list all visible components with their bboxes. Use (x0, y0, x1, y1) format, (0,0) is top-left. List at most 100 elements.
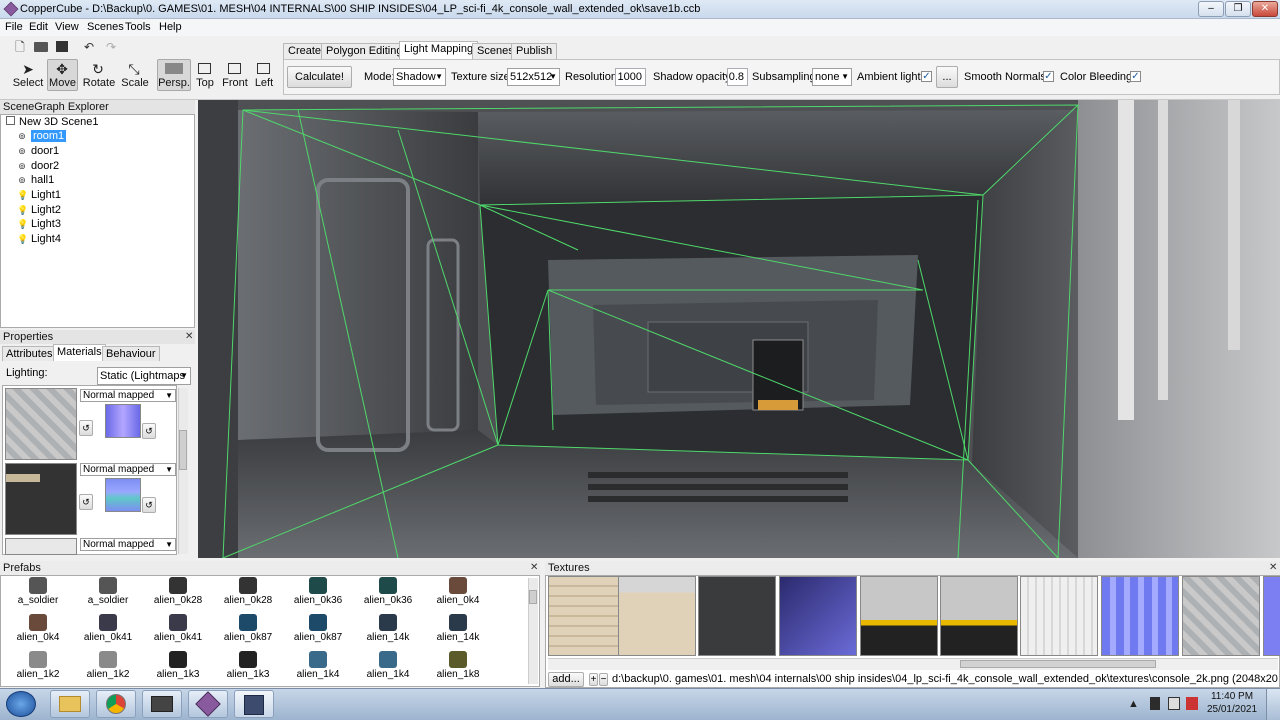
prefab-item[interactable]: alien_1k2 (75, 651, 141, 680)
tab-polygon-editing[interactable]: Polygon Editing (321, 43, 408, 59)
select-tool-label[interactable]: Select (10, 77, 46, 89)
prefab-item[interactable]: a_soldier (5, 577, 71, 606)
tree-item-light2[interactable]: 💡 Light2 (17, 204, 61, 216)
menu-view[interactable]: View (55, 21, 79, 33)
resolution-input[interactable]: 1000 (615, 68, 646, 86)
move-tool-label[interactable]: Move (47, 77, 78, 89)
menu-scenes[interactable]: Scenes (87, 21, 124, 33)
network-icon[interactable] (1168, 697, 1180, 710)
scale-tool-icon[interactable]: ⤡ (125, 61, 143, 77)
save-icon[interactable] (56, 41, 68, 52)
tab-create[interactable]: Create (283, 43, 327, 59)
ambient-light-checkbox[interactable]: ✓ (921, 71, 932, 82)
texture-thumbnail[interactable] (1101, 576, 1179, 656)
texture-thumbnail[interactable] (698, 576, 776, 656)
calculate-button[interactable]: Calculate! (287, 66, 352, 88)
material-texture-thumbnail[interactable] (5, 388, 77, 460)
move-tool-icon[interactable]: ✥ (53, 61, 71, 77)
tab-behaviour[interactable]: Behaviour (102, 346, 160, 361)
taskbar-chrome[interactable] (96, 690, 136, 718)
windows-start-icon[interactable] (6, 691, 36, 717)
material-type-select[interactable]: Normal mapped ▼ (80, 538, 176, 551)
texture-remove-icon[interactable]: − (599, 673, 608, 686)
prefabs-scrollbar-thumb[interactable] (529, 590, 537, 604)
smooth-normals-checkbox[interactable]: ✓ (1043, 71, 1054, 82)
tree-item-door1[interactable]: ⊚ door1 (17, 145, 59, 157)
tree-item-hall1[interactable]: ⊚ hall1 (17, 174, 54, 186)
material-scrollbar[interactable] (178, 388, 188, 554)
tab-publish[interactable]: Publish (511, 43, 558, 59)
prefab-item[interactable]: alien_1k4 (285, 651, 351, 680)
tray-arrow-icon[interactable]: ▲ (1128, 698, 1139, 710)
top-view-icon[interactable] (198, 63, 211, 74)
mode-select[interactable]: Shadow ▼ (393, 68, 446, 86)
close-icon[interactable]: ✕ (530, 562, 538, 573)
textures-hscrollbar[interactable] (548, 658, 1278, 670)
show-desktop-button[interactable] (1266, 689, 1280, 720)
tree-item-light3[interactable]: 💡 Light3 (17, 218, 61, 230)
close-icon[interactable]: ✕ (185, 331, 193, 342)
minimize-button[interactable]: – (1198, 1, 1224, 17)
prefab-item[interactable]: alien_0k36 (355, 577, 421, 606)
prefab-item[interactable]: alien_0k36 (285, 577, 351, 606)
close-window-button[interactable]: ✕ (1252, 1, 1278, 17)
texture-thumbnail[interactable] (1263, 576, 1280, 656)
subsampling-select[interactable]: none ▼ (812, 68, 852, 86)
change-texture-icon[interactable]: ↺ (79, 494, 93, 510)
flag-icon[interactable] (1186, 697, 1198, 710)
prefab-item[interactable]: alien_0k41 (145, 614, 211, 643)
prefab-item[interactable]: alien_0k28 (215, 577, 281, 606)
prefab-item[interactable]: alien_1k8 (425, 651, 491, 680)
normal-map-thumbnail[interactable] (105, 404, 141, 438)
prefab-item[interactable]: alien_1k2 (5, 651, 71, 680)
prefab-item[interactable]: alien_1k4 (355, 651, 421, 680)
taskbar-explorer[interactable] (50, 690, 90, 718)
new-file-icon[interactable]: 🗋 (13, 40, 27, 54)
front-view-label[interactable]: Front (221, 77, 249, 89)
scale-tool-label[interactable]: Scale (118, 77, 152, 89)
left-view-icon[interactable] (257, 63, 270, 74)
taskbar-app[interactable] (142, 690, 182, 718)
prefab-item[interactable]: alien_14k (425, 614, 491, 643)
redo-icon[interactable]: ↷ (104, 40, 118, 54)
material-type-select[interactable]: Normal mapped ▼ (80, 389, 176, 402)
prefab-item[interactable]: alien_0k87 (285, 614, 351, 643)
menu-edit[interactable]: Edit (29, 21, 48, 33)
rotate-tool-icon[interactable]: ↻ (89, 61, 107, 77)
tree-item-room1[interactable]: ⊚ room1 (17, 130, 67, 142)
prefab-item[interactable]: a_soldier (75, 577, 141, 606)
texture-thumbnail[interactable] (618, 576, 696, 656)
perspective-icon[interactable] (165, 63, 183, 74)
tab-attributes[interactable]: Attributes (2, 346, 57, 361)
tree-item-light4[interactable]: 💡 Light4 (17, 233, 61, 245)
material-texture-thumbnail[interactable] (5, 538, 77, 555)
rotate-tool-label[interactable]: Rotate (82, 77, 116, 89)
clock-time[interactable]: 11:40 PM (1206, 691, 1258, 702)
taskbar-active-app[interactable] (234, 690, 274, 718)
normal-map-thumbnail[interactable] (105, 478, 141, 512)
prefab-item[interactable]: alien_0k41 (75, 614, 141, 643)
prefab-item[interactable]: alien_1k3 (215, 651, 281, 680)
menu-help[interactable]: Help (159, 21, 182, 33)
lighting-select[interactable]: Static (Lightmaps ▼ (97, 367, 191, 385)
clock-date[interactable]: 25/01/2021 (1206, 704, 1258, 715)
tree-root[interactable]: New 3D Scene1 (6, 116, 99, 128)
shadow-opacity-input[interactable]: 0.8 (727, 68, 748, 86)
tab-light-mapping[interactable]: Light Mapping (399, 41, 479, 59)
select-tool-icon[interactable]: ➤ (19, 61, 37, 77)
3d-viewport[interactable] (198, 100, 1280, 558)
tab-materials[interactable]: Materials (53, 344, 106, 361)
tree-item-door2[interactable]: ⊚ door2 (17, 160, 59, 172)
texture-thumbnail[interactable] (1182, 576, 1260, 656)
color-bleeding-checkbox[interactable]: ✓ (1130, 71, 1141, 82)
material-type-select[interactable]: Normal mapped ▼ (80, 463, 176, 476)
tree-item-light1[interactable]: 💡 Light1 (17, 189, 61, 201)
prefab-item[interactable]: alien_14k (355, 614, 421, 643)
texture-thumbnail[interactable] (548, 576, 626, 656)
maximize-button[interactable]: ❐ (1225, 1, 1251, 17)
texture-thumbnail[interactable] (779, 576, 857, 656)
prefab-item[interactable]: alien_0k4 (425, 577, 491, 606)
change-normalmap-icon[interactable]: ↺ (142, 497, 156, 513)
open-folder-icon[interactable] (34, 42, 48, 52)
menu-tools[interactable]: Tools (125, 21, 151, 33)
